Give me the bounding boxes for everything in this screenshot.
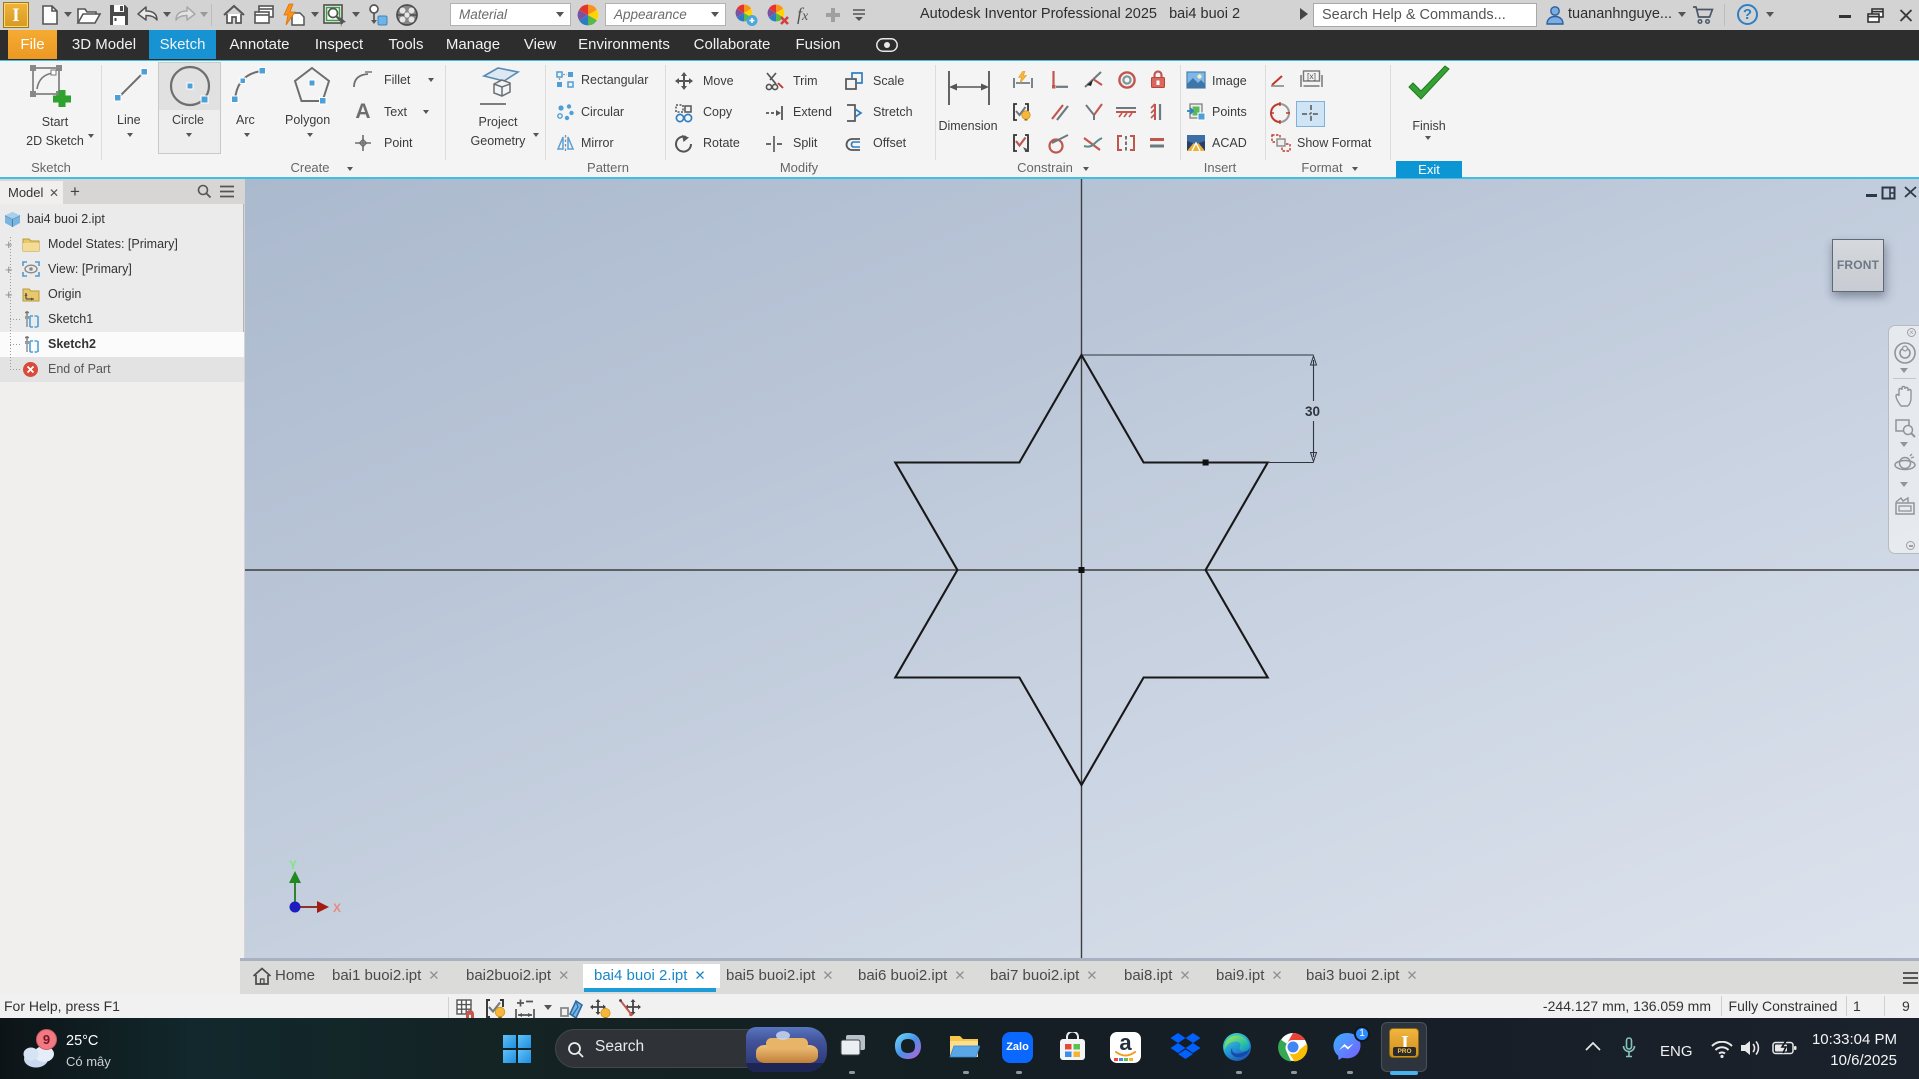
svg-text:Y: Y	[289, 858, 297, 872]
svg-text:30: 30	[1305, 404, 1320, 419]
svg-text:[x]: [x]	[1307, 71, 1316, 81]
svg-text:X: X	[333, 901, 341, 915]
